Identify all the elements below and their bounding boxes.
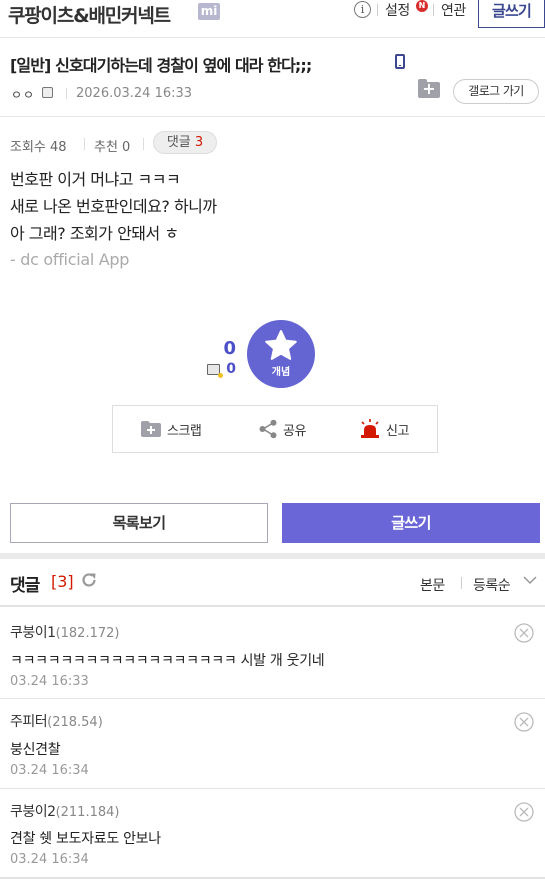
scrap-label: 스크랩: [167, 423, 202, 439]
related-link[interactable]: 연관: [441, 0, 466, 20]
post-actions: 스크랩 공유 신고: [112, 405, 438, 453]
comments-count: [3]: [51, 572, 74, 591]
delete-comment-icon[interactable]: [514, 802, 534, 822]
section-divider: [0, 553, 545, 559]
post-author[interactable]: ㅇㅇ: [11, 86, 35, 103]
divider: [143, 138, 144, 150]
fixed-recommend-count: 0: [226, 361, 236, 377]
comment-nick: 쿠붕이2: [10, 804, 56, 820]
comment-text: 견찰 쉣 보도자료도 안보나: [10, 831, 161, 847]
sort-body-option[interactable]: 본문: [420, 575, 445, 595]
info-icon[interactable]: i: [354, 1, 371, 18]
siren-icon: [361, 419, 379, 438]
divider: [0, 605, 545, 607]
folder-plus-icon: [141, 421, 161, 437]
post-body-line: 새로 나온 번호판인데요? 하니까: [10, 197, 217, 216]
gaenyeom-label: 개념: [271, 367, 291, 378]
post-date: 2026.03.24 16:33: [76, 86, 193, 101]
comment-pill-label: 댓글: [166, 135, 191, 150]
list-view-button[interactable]: 목록보기: [10, 503, 268, 543]
gallog-user-icon[interactable]: [42, 87, 53, 98]
share-label: 공유: [283, 423, 306, 439]
share-button[interactable]: 공유: [258, 406, 306, 452]
comment-text: 붕신견찰: [10, 742, 61, 758]
divider: [66, 88, 67, 99]
write-button[interactable]: 글쓰기: [282, 503, 540, 543]
comment-date: 03.24 16:33: [10, 674, 89, 689]
comment-date: 03.24 16:34: [10, 763, 89, 778]
comments-heading: 댓글: [10, 576, 40, 596]
comment-date: 03.24 16:34: [10, 852, 89, 867]
divider: [0, 698, 545, 699]
recommend-count: 0: [223, 338, 236, 359]
star-icon: [265, 330, 297, 360]
chevron-down-icon[interactable]: [522, 572, 538, 588]
sort-order-option[interactable]: 등록순: [473, 575, 511, 595]
comment-ip: (211.184): [55, 805, 120, 820]
delete-comment-icon[interactable]: [514, 623, 534, 643]
new-notification-badge: N: [416, 0, 428, 12]
top-bar: 쿠팡이츠&배민커넥트 mi i 설정 N 연관 글쓰기: [0, 0, 545, 38]
divider: [377, 4, 378, 16]
app-signature: - dc official App: [10, 250, 130, 269]
post-title: [일반] 신호대기하는데 경찰이 옆에 대라 한다;;;: [10, 56, 312, 75]
scrap-button[interactable]: 스크랩: [140, 406, 202, 452]
comment-nick: 쿠붕이1: [10, 625, 56, 641]
post-body-line: 번호판 이거 머냐고 ㅋㅋㅋ: [10, 170, 181, 189]
report-button[interactable]: 신고: [359, 406, 409, 452]
write-tab-button[interactable]: 글쓰기: [478, 0, 545, 28]
comment-ip: (218.54): [47, 715, 103, 730]
settings-link[interactable]: 설정: [385, 0, 410, 20]
add-folder-icon[interactable]: +: [418, 79, 440, 98]
comment-nick: 주피터: [10, 714, 48, 730]
divider: [0, 116, 545, 117]
share-icon: [259, 419, 277, 439]
divider: [0, 788, 545, 789]
comment-count-pill[interactable]: 댓글 3: [153, 131, 217, 154]
recommend-count-text: 추천 0: [94, 140, 131, 155]
view-count: 조회수 48: [10, 140, 67, 155]
comment-author[interactable]: 쿠붕이1(182.172): [10, 622, 119, 642]
refresh-icon[interactable]: [80, 571, 98, 589]
divider: [84, 138, 85, 150]
divider: [461, 577, 462, 589]
post-body-line: 아 그래? 조회가 안돼서 ㅎ: [10, 224, 179, 243]
gallog-go-button[interactable]: 갤로그 가기: [453, 79, 539, 104]
comment-pill-count: 3: [194, 135, 204, 150]
comment-text: ㅋㅋㅋㅋㅋㅋㅋㅋㅋㅋㅋㅋㅋㅋㅋㅋㅋㅋ 시발 개 웃기네: [10, 653, 325, 669]
comment-ip: (182.172): [55, 626, 120, 641]
gaenyeom-button[interactable]: 개념: [247, 320, 315, 388]
mobile-phone-icon: [395, 54, 405, 69]
fixed-recommend-icon: [207, 364, 223, 378]
comment-author[interactable]: 쿠붕이2(211.184): [10, 801, 119, 821]
minor-gallery-badge: mi: [198, 3, 220, 20]
divider: [0, 877, 545, 879]
delete-comment-icon[interactable]: [514, 712, 534, 732]
comment-author[interactable]: 주피터(218.54): [10, 711, 103, 731]
divider: [433, 4, 434, 16]
gallery-title[interactable]: 쿠팡이츠&배민커넥트: [8, 1, 171, 28]
report-label: 신고: [386, 423, 409, 439]
